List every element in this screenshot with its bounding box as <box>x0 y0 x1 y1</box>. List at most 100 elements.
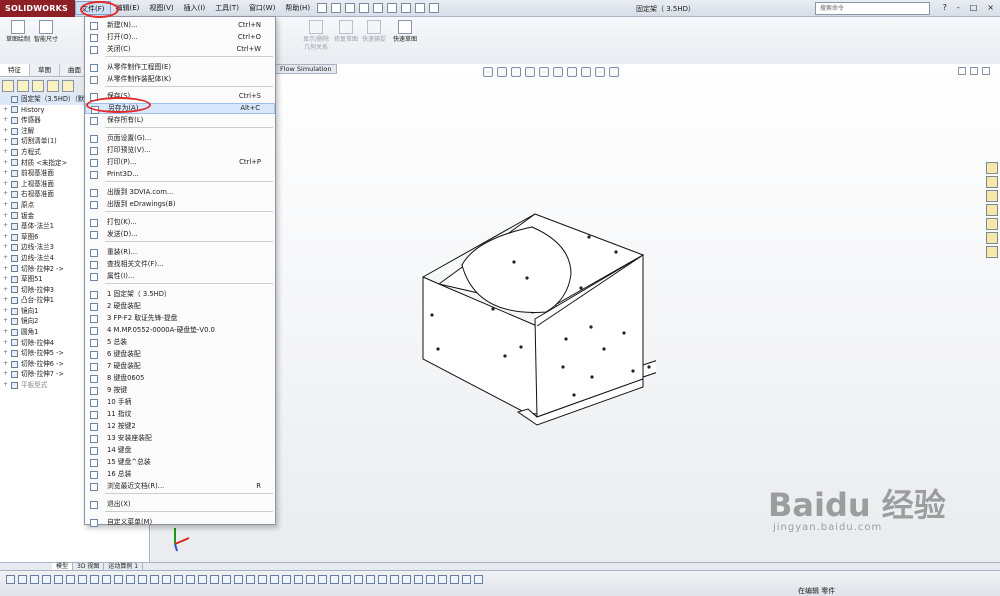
expand-icon[interactable]: + <box>3 274 9 285</box>
file-menu-item[interactable]: 从零件制作装配体(K) <box>85 74 275 85</box>
tab-sketch[interactable]: 草图 <box>30 64 60 76</box>
file-menu-item[interactable]: 13 安装座装配 <box>85 433 275 444</box>
file-menu-item[interactable]: 打包(K)... <box>85 217 275 228</box>
expand-icon[interactable]: + <box>3 369 9 380</box>
file-menu-item[interactable]: 打印(P)... Ctrl+P <box>85 157 275 168</box>
selection-filter-icon[interactable] <box>102 575 111 584</box>
selection-filter-icon[interactable] <box>162 575 171 584</box>
property-manager-icon[interactable] <box>17 80 29 92</box>
selection-filter-icon[interactable] <box>438 575 447 584</box>
quick-snaps-button[interactable]: 快速捕捉 <box>360 20 388 44</box>
file-menu-item[interactable]: 2 硬盘装配 <box>85 301 275 312</box>
file-menu-item[interactable]: 发送(D)... <box>85 229 275 240</box>
file-menu-item[interactable]: 9 按键 <box>85 385 275 396</box>
redo-icon[interactable] <box>387 3 398 13</box>
tab-features[interactable]: 特征 <box>0 64 30 76</box>
menu-tools[interactable]: 工具(T) <box>210 1 244 15</box>
selection-filter-icon[interactable] <box>462 575 471 584</box>
undo-icon[interactable] <box>373 3 384 13</box>
file-menu-item[interactable]: 8 键盘0605 <box>85 373 275 384</box>
rapid-sketch-button[interactable]: 快速草图 <box>391 20 419 44</box>
file-menu-item[interactable]: Print3D... <box>85 169 275 180</box>
selection-filter-icon[interactable] <box>186 575 195 584</box>
file-explorer-icon[interactable] <box>986 190 998 202</box>
section-view-icon[interactable] <box>525 67 535 77</box>
selection-filter-icon[interactable] <box>54 575 63 584</box>
appearance-icon[interactable] <box>581 67 591 77</box>
select-icon[interactable] <box>401 3 412 13</box>
selection-filter-icon[interactable] <box>402 575 411 584</box>
display-manager-icon[interactable] <box>62 80 74 92</box>
expand-icon[interactable]: + <box>3 253 9 264</box>
selection-filter-icon[interactable] <box>138 575 147 584</box>
expand-icon[interactable]: + <box>3 147 9 158</box>
expand-icon[interactable]: + <box>3 179 9 190</box>
close-button[interactable]: × <box>987 3 994 12</box>
selection-filter-icon[interactable] <box>366 575 375 584</box>
viewport-tile-icon[interactable] <box>970 67 978 75</box>
selection-filter-icon[interactable] <box>150 575 159 584</box>
selection-filter-icon[interactable] <box>90 575 99 584</box>
configuration-icon[interactable] <box>32 80 44 92</box>
viewport-close-icon[interactable] <box>982 67 990 75</box>
relations-button[interactable]: 显示/删除几何关系 <box>302 20 330 52</box>
file-menu-item[interactable]: 打开(O)... Ctrl+O <box>85 32 275 43</box>
display-style-icon[interactable] <box>553 67 563 77</box>
selection-filter-icon[interactable] <box>342 575 351 584</box>
new-icon[interactable] <box>317 3 328 13</box>
expand-icon[interactable]: + <box>3 115 9 126</box>
view-palette-icon[interactable] <box>986 204 998 216</box>
tab-flow-simulation[interactable]: Flow Simulation <box>275 64 337 74</box>
open-icon[interactable] <box>331 3 342 13</box>
zoom-fit-icon[interactable] <box>483 67 493 77</box>
selection-filter-icon[interactable] <box>318 575 327 584</box>
selection-filter-icon[interactable] <box>6 575 15 584</box>
rebuild-icon[interactable] <box>415 3 426 13</box>
file-menu-item[interactable]: 属性(I)... <box>85 271 275 282</box>
minimize-button[interactable]: - <box>957 3 960 12</box>
view-settings-icon[interactable] <box>609 67 619 77</box>
smart-dimension-button[interactable]: 智能尺寸 <box>32 20 60 44</box>
file-menu-item[interactable]: 重装(R)... <box>85 247 275 258</box>
file-menu-item[interactable]: 从零件制作工程图(E) <box>85 62 275 73</box>
expand-icon[interactable]: + <box>3 316 9 327</box>
expand-icon[interactable]: + <box>3 105 9 116</box>
expand-icon[interactable]: + <box>3 158 9 169</box>
file-menu-item[interactable]: 1 固定架（ 3.5HD） <box>85 289 275 300</box>
expand-icon[interactable]: + <box>3 136 9 147</box>
selection-filter-icon[interactable] <box>306 575 315 584</box>
selection-filter-icon[interactable] <box>414 575 423 584</box>
file-menu-item[interactable]: 自定义菜单(M) <box>85 517 275 528</box>
selection-filter-icon[interactable] <box>270 575 279 584</box>
selection-filter-icon[interactable] <box>78 575 87 584</box>
expand-icon[interactable]: + <box>3 295 9 306</box>
expand-icon[interactable]: + <box>3 242 9 253</box>
selection-filter-icon[interactable] <box>114 575 123 584</box>
expand-icon[interactable]: + <box>3 348 9 359</box>
expand-icon[interactable]: + <box>3 285 9 296</box>
help-button[interactable]: ? <box>943 3 947 12</box>
feature-tree-icon[interactable] <box>2 80 14 92</box>
selection-filter-icon[interactable] <box>378 575 387 584</box>
resources-icon[interactable] <box>986 162 998 174</box>
menu-insert[interactable]: 插入(I) <box>179 1 211 15</box>
selection-filter-icon[interactable] <box>30 575 39 584</box>
selection-filter-icon[interactable] <box>330 575 339 584</box>
file-menu-item[interactable]: 14 键盘 <box>85 445 275 456</box>
selection-filter-icon[interactable] <box>174 575 183 584</box>
scene-icon[interactable] <box>595 67 605 77</box>
expand-icon[interactable]: + <box>3 168 9 179</box>
expand-icon[interactable]: + <box>3 221 9 232</box>
selection-filter-icon[interactable] <box>198 575 207 584</box>
repair-sketch-button[interactable]: 修复草图 <box>332 20 360 44</box>
view-orientation-icon[interactable] <box>539 67 549 77</box>
file-menu-item[interactable]: 3 FP-F2 取证先锋-提盘 <box>85 313 275 324</box>
file-menu-item[interactable]: 7 硬盘装配 <box>85 361 275 372</box>
appearances-icon[interactable] <box>986 218 998 230</box>
selection-filter-icon[interactable] <box>450 575 459 584</box>
file-menu-item[interactable]: 退出(X) <box>85 499 275 510</box>
selection-filter-icon[interactable] <box>294 575 303 584</box>
options-icon[interactable] <box>429 3 440 13</box>
file-menu-item[interactable]: 查找相关文件(F)... <box>85 259 275 270</box>
selection-filter-icon[interactable] <box>390 575 399 584</box>
